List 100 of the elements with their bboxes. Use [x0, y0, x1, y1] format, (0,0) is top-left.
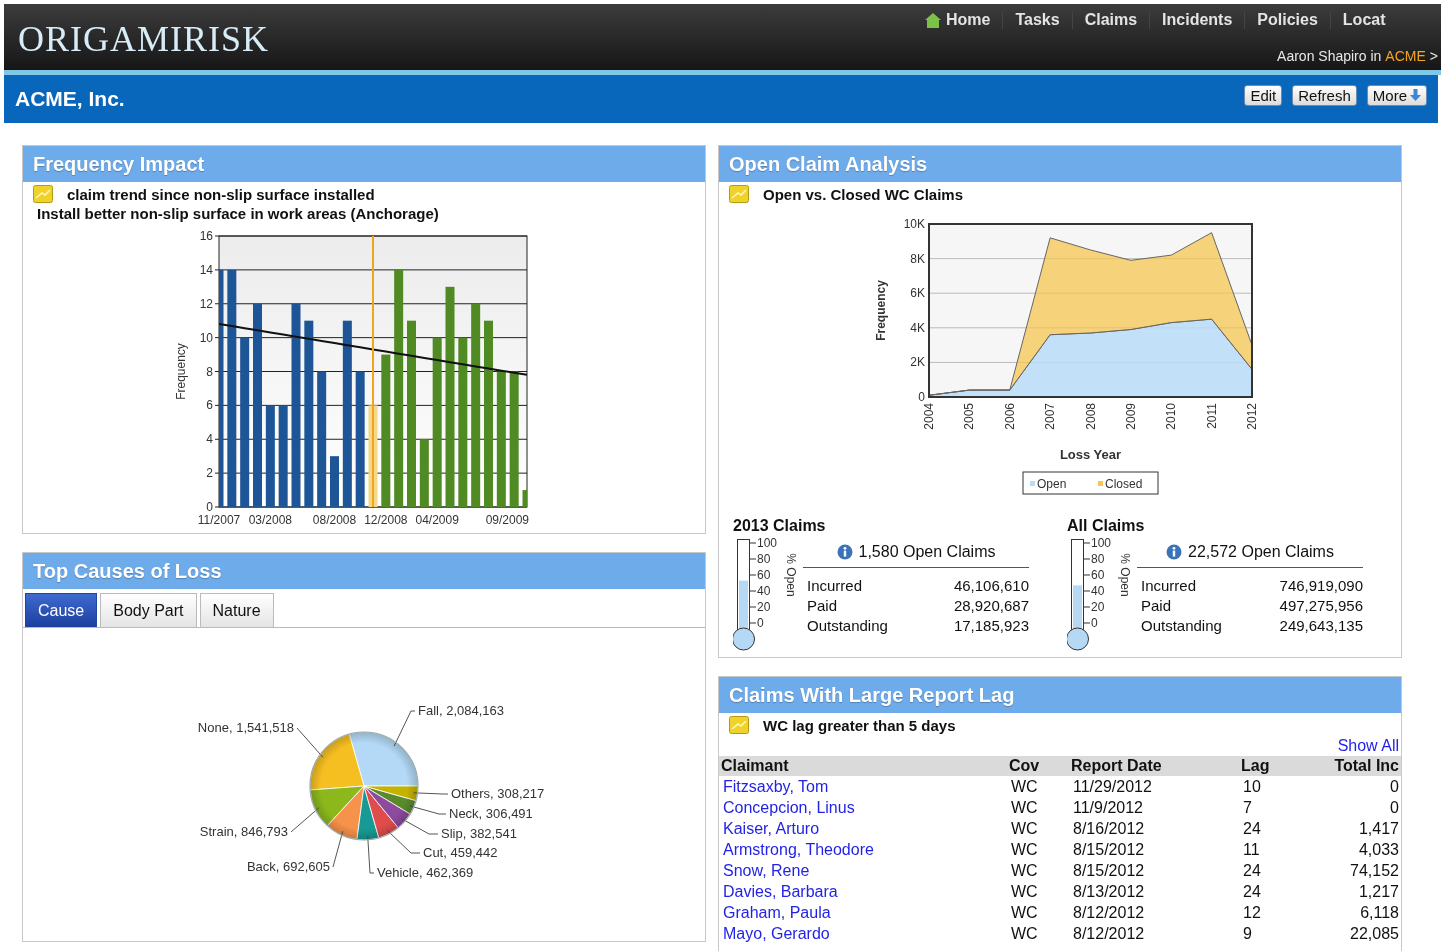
note-text: Open vs. Closed WC Claims — [763, 185, 964, 203]
table-cell-text: 1,417 — [1357, 818, 1400, 839]
amount-label: Paid — [1141, 596, 1173, 616]
data-label: None, 1,541,518 — [197, 720, 294, 735]
table-cell-text: 22,085 — [1349, 923, 1400, 944]
table-cell-text: WC — [1010, 860, 1039, 881]
panel-title: Frequency Impact — [23, 146, 705, 182]
data-label: Cut, 459,442 — [423, 845, 498, 860]
panel-title: Top Causes of Loss — [23, 553, 705, 589]
panel-title: Open Claim Analysis — [719, 146, 1401, 182]
breadcrumb-arrow: > — [1429, 48, 1438, 64]
table-cell-text: 8/15/2012 — [1072, 860, 1146, 881]
amount-label: Paid — [807, 596, 839, 616]
gauge-title: All Claims — [1067, 517, 1146, 535]
axis-title: % Open — [1118, 553, 1132, 597]
scale-label: 60 — [1091, 568, 1105, 582]
axis-label: 08/2008 — [312, 513, 357, 527]
axis-label: 0 — [206, 500, 213, 514]
axis-label: 10 — [199, 330, 213, 345]
axis-label: 2011 — [1204, 403, 1219, 429]
amount-value: 28,920,687 — [953, 596, 1029, 616]
logo: ORIGAMIRISK — [17, 18, 269, 61]
table-cell-text: 12 — [1242, 902, 1262, 923]
data-label: Vehicle, 462,369 — [377, 865, 474, 880]
axis-label: 8K — [910, 251, 925, 266]
column-header: Total Inc — [1315, 756, 1401, 776]
scale-label: 40 — [757, 584, 771, 598]
axis-label: 6 — [206, 398, 213, 413]
axis-label: 2009 — [1123, 403, 1138, 430]
table-cell-text: WC — [1010, 881, 1039, 902]
scale-label: 0 — [1091, 616, 1098, 630]
scale-label: 20 — [757, 600, 771, 614]
legend-label: Open — [1037, 477, 1067, 491]
amount-label: Incurred — [1141, 576, 1198, 596]
axis-label: 2 — [206, 466, 213, 481]
data-label: Fall, 2,084,163 — [418, 703, 504, 718]
page-title: ACME, Inc. — [15, 87, 125, 111]
axis-label: 12/2008 — [364, 513, 408, 527]
amount-label: Outstanding — [1141, 616, 1223, 636]
amount-value: 746,919,090 — [1279, 576, 1363, 596]
column-header: Lag — [1239, 756, 1315, 776]
axis-title: % Open — [784, 553, 798, 597]
data-label: Neck, 306,491 — [449, 806, 533, 821]
table-cell-text: 4,033 — [1357, 839, 1400, 860]
column-header: Claimant — [719, 756, 1007, 776]
axis-label: 12 — [199, 296, 213, 311]
table-cell-text: 11/9/2012 — [1072, 797, 1144, 818]
axis-label: 2004 — [922, 403, 936, 430]
legend-label: Closed — [1105, 477, 1143, 491]
data-label: Slip, 382,541 — [441, 826, 517, 841]
axis-label: 2005 — [962, 403, 977, 430]
note-text: WC lag greater than 5 days — [763, 716, 956, 734]
axis-label: 2K — [910, 355, 925, 370]
axis-label: 2008 — [1083, 403, 1098, 430]
scale-label: 20 — [1091, 600, 1105, 614]
table-cell-text: 9 — [1242, 923, 1253, 944]
table-cell-text: WC — [1010, 797, 1039, 818]
axis-label: 11/2007 — [197, 513, 241, 527]
axis-label: 14 — [199, 262, 213, 277]
user-name: Aaron Shapiro in — [1277, 48, 1382, 64]
table-cell-text: 6,118 — [1359, 902, 1400, 923]
axis-label: 2007 — [1043, 403, 1058, 430]
note-subtitle: Install better non-slip surface in work areas (Anchorage) — [36, 204, 440, 222]
axis-label: 4 — [206, 432, 213, 447]
axis-label: 2012 — [1245, 403, 1259, 430]
amount-value: 17,185,923 — [953, 616, 1029, 636]
axis-label: 09/2009 — [485, 513, 530, 527]
table-cell-text: WC — [1010, 923, 1039, 944]
axis-label: 8 — [206, 364, 213, 379]
table-cell: 10 — [1239, 776, 1315, 797]
axis-label: 16 — [199, 229, 213, 243]
table-cell: WC — [1007, 776, 1069, 797]
axis-label: 2010 — [1164, 403, 1179, 430]
table-cell-text: 1,217 — [1357, 881, 1400, 902]
scale-label: 100 — [1091, 536, 1112, 550]
table-cell-text: 24 — [1242, 860, 1262, 881]
axis-label: 4K — [910, 320, 925, 335]
scale-label: 0 — [757, 616, 764, 630]
data-label: Strain, 846,793 — [199, 824, 288, 839]
table-cell-text: 8/16/2012 — [1072, 818, 1146, 839]
scale-label: 60 — [757, 568, 771, 582]
amount-label: Incurred — [807, 576, 864, 596]
axis-label: 0 — [918, 390, 925, 404]
axis-label: 2006 — [1002, 403, 1017, 430]
axis-label: 03/2008 — [248, 513, 293, 527]
table-cell-text: WC — [1010, 839, 1039, 860]
column-header: Cov — [1007, 756, 1069, 776]
note-text: claim trend since non-slip surface installed — [67, 185, 375, 203]
table-cell-text: WC — [1010, 902, 1039, 923]
table-cell-text: 8/13/2012 — [1072, 881, 1146, 902]
scale-label: 80 — [757, 552, 771, 566]
table-cell-text: 11 — [1242, 839, 1261, 860]
axis-title: Frequency — [874, 280, 888, 341]
table-cell-text: WC — [1010, 818, 1039, 839]
table-cell-text: 8/12/2012 — [1072, 902, 1146, 923]
axis-label: 6K — [910, 286, 925, 301]
panel-title: Claims With Large Report Lag — [719, 677, 1401, 713]
axis-title: Loss Year — [1059, 447, 1122, 462]
open-claims-count: 22,572 Open Claims — [1188, 543, 1334, 561]
amount-value: 249,643,135 — [1279, 616, 1363, 636]
